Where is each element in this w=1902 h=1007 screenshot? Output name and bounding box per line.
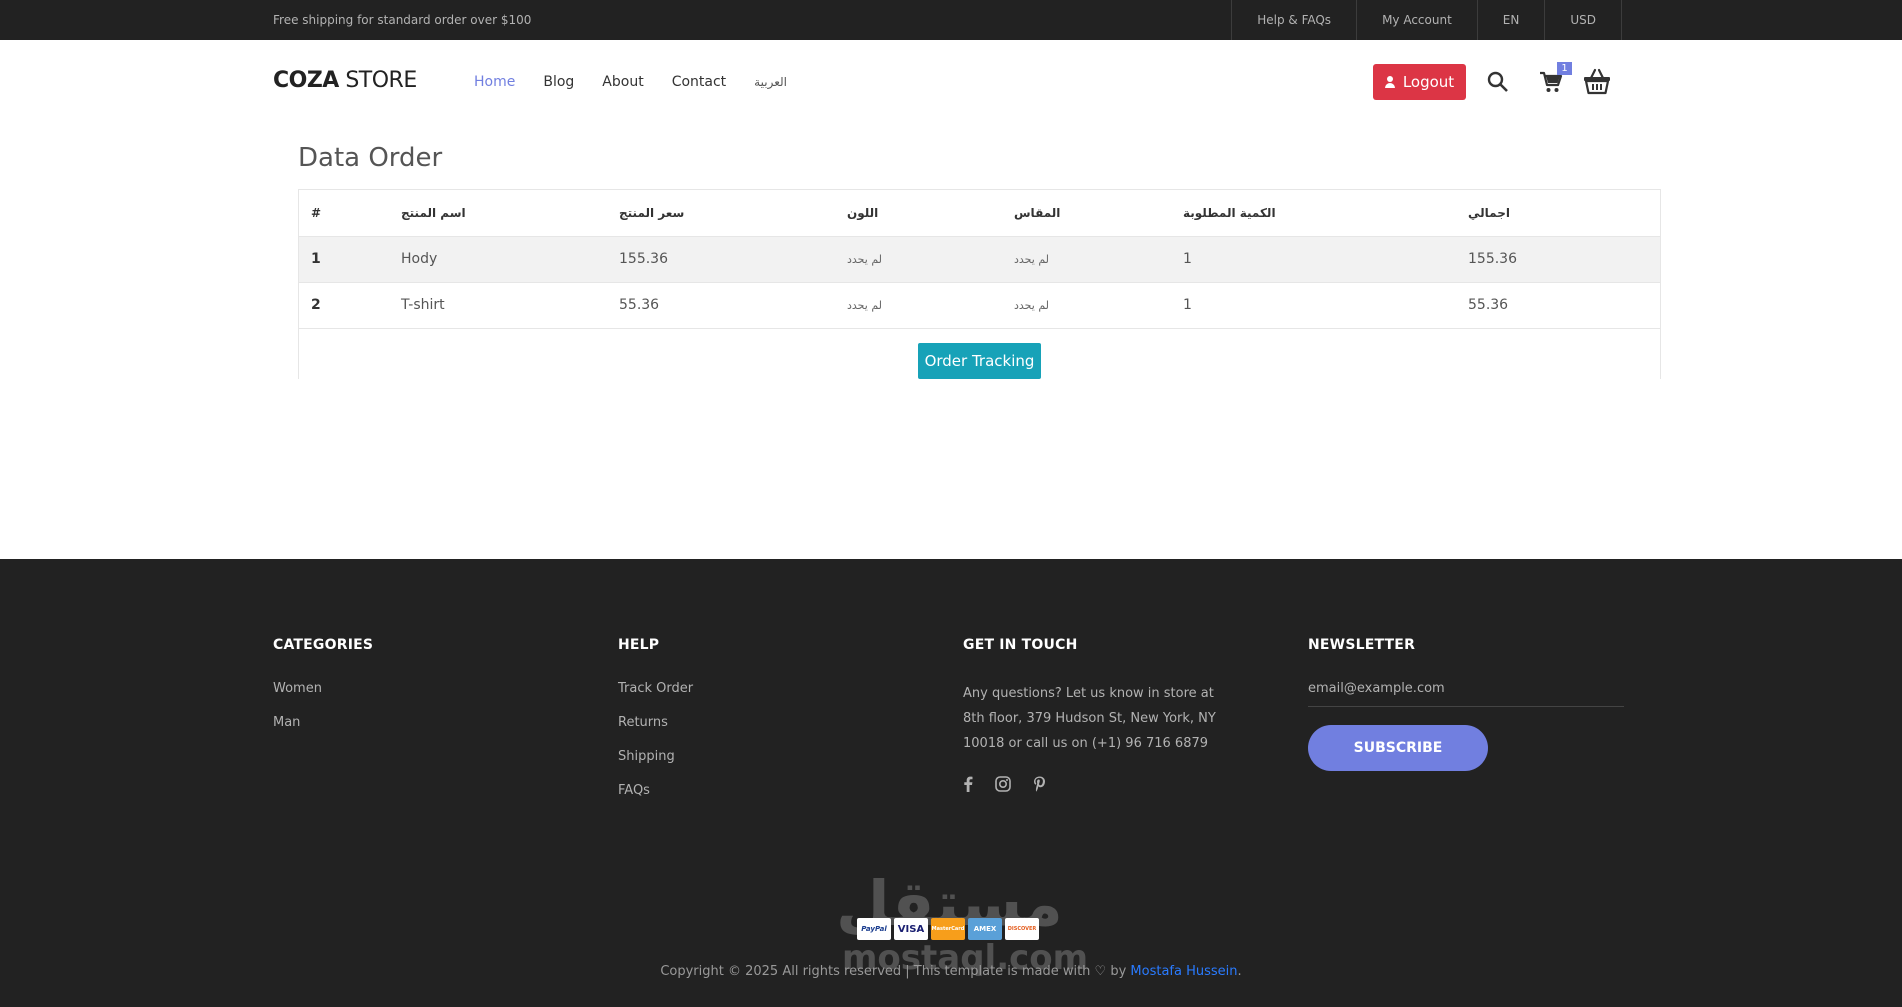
footer-help: HELP Track Order Returns Shipping FAQs bbox=[618, 637, 693, 817]
column-header: # bbox=[299, 190, 389, 237]
author-link[interactable]: Mostafa Hussein bbox=[1130, 964, 1237, 979]
footer-link-shipping[interactable]: Shipping bbox=[618, 749, 693, 764]
currency-link[interactable]: USD bbox=[1545, 0, 1622, 40]
product-color: لم يحدد bbox=[835, 282, 1002, 329]
column-header: اسم المنتج bbox=[389, 190, 607, 237]
product-color: لم يحدد bbox=[835, 236, 1002, 283]
column-header: اللون bbox=[835, 190, 1002, 237]
row-index: 1 bbox=[299, 236, 389, 283]
shipping-promo: Free shipping for standard order over $1… bbox=[273, 13, 532, 27]
product-quantity: 1 bbox=[1171, 236, 1456, 283]
footer-link-track-order[interactable]: Track Order bbox=[618, 681, 693, 696]
product-name: Hody bbox=[389, 236, 607, 283]
product-price: 55.36 bbox=[607, 282, 835, 329]
page-title: Data Order bbox=[298, 143, 443, 173]
help-faqs-link[interactable]: Help & FAQs bbox=[1232, 0, 1358, 40]
product-total: 155.36 bbox=[1456, 236, 1660, 283]
newsletter-heading: NEWSLETTER bbox=[1308, 637, 1416, 653]
copyright-text: Copyright © 2025 All rights reserved | T… bbox=[660, 964, 1095, 979]
mastercard-icon: MasterCard bbox=[931, 918, 965, 940]
pinterest-icon[interactable] bbox=[1033, 776, 1046, 792]
nav-contact[interactable]: Contact bbox=[672, 74, 726, 90]
contact-heading: GET IN TOUCH bbox=[963, 637, 1078, 653]
copyright: Copyright © 2025 All rights reserved | T… bbox=[660, 964, 1242, 979]
paypal-icon: PayPal bbox=[857, 918, 891, 940]
nav-arabic[interactable]: العربية bbox=[754, 75, 787, 89]
column-header: المقاس bbox=[1002, 190, 1171, 237]
visa-icon: VISA bbox=[894, 918, 928, 940]
main-header: COZA STORE Home Blog About Contact العرب… bbox=[0, 40, 1902, 124]
user-icon bbox=[1384, 76, 1395, 88]
footer-categories: CATEGORIES Women Man bbox=[273, 637, 373, 749]
product-size: لم يحدد bbox=[1002, 282, 1171, 329]
amex-icon: AMEX bbox=[968, 918, 1002, 940]
column-header: اجمالي bbox=[1456, 190, 1660, 237]
product-quantity: 1 bbox=[1171, 282, 1456, 329]
footer-contact: GET IN TOUCH Any questions? Let us know … bbox=[963, 637, 1233, 792]
subscribe-button[interactable]: SUBSCRIBE bbox=[1308, 725, 1488, 771]
logout-button[interactable]: Logout bbox=[1373, 64, 1466, 100]
heart-icon: ♡ bbox=[1094, 964, 1107, 979]
nav-home[interactable]: Home bbox=[474, 74, 515, 90]
my-account-link[interactable]: My Account bbox=[1357, 0, 1478, 40]
product-size: لم يحدد bbox=[1002, 236, 1171, 283]
product-total: 55.36 bbox=[1456, 282, 1660, 329]
footer: CATEGORIES Women Man HELP Track Order Re… bbox=[0, 559, 1902, 1007]
categories-heading: CATEGORIES bbox=[273, 637, 374, 653]
discover-icon: DISCOVER bbox=[1005, 918, 1039, 940]
footer-link-faqs[interactable]: FAQs bbox=[618, 783, 693, 798]
help-heading: HELP bbox=[618, 637, 660, 653]
top-bar: Free shipping for standard order over $1… bbox=[0, 0, 1902, 40]
orders-table: # اسم المنتج سعر المنتج اللون المقاس الك… bbox=[299, 190, 1660, 329]
nav-blog[interactable]: Blog bbox=[543, 74, 574, 90]
search-icon[interactable] bbox=[1487, 71, 1509, 93]
store-logo[interactable]: COZA STORE bbox=[273, 68, 417, 93]
column-header: الكمية المطلوبة bbox=[1171, 190, 1456, 237]
product-name: T-shirt bbox=[389, 282, 607, 329]
footer-link-man[interactable]: Man bbox=[273, 715, 373, 730]
table-row: 1 Hody 155.36 لم يحدد لم يحدد 1 155.36 bbox=[299, 236, 1660, 283]
order-table-card: # اسم المنتج سعر المنتج اللون المقاس الك… bbox=[298, 189, 1661, 379]
facebook-icon[interactable] bbox=[963, 776, 973, 792]
table-header-row: # اسم المنتج سعر المنتج اللون المقاس الك… bbox=[299, 190, 1660, 237]
main-nav: Home Blog About Contact العربية bbox=[474, 40, 815, 124]
cart-count-badge: 1 bbox=[1557, 62, 1572, 75]
logout-label: Logout bbox=[1402, 73, 1455, 91]
footer-link-women[interactable]: Women bbox=[273, 681, 373, 696]
social-links bbox=[963, 776, 1233, 792]
order-tracking-button[interactable]: Order Tracking bbox=[918, 343, 1041, 379]
basket-icon[interactable] bbox=[1582, 67, 1612, 95]
row-index: 2 bbox=[299, 282, 389, 329]
product-price: 155.36 bbox=[607, 236, 835, 283]
payment-methods: PayPal VISA MasterCard AMEX DISCOVER bbox=[857, 918, 1039, 940]
instagram-icon[interactable] bbox=[995, 776, 1011, 792]
top-links: Help & FAQs My Account EN USD bbox=[1231, 0, 1622, 40]
footer-link-returns[interactable]: Returns bbox=[618, 715, 693, 730]
language-link[interactable]: EN bbox=[1478, 0, 1546, 40]
contact-text: Any questions? Let us know in store at 8… bbox=[963, 686, 1216, 751]
newsletter-email-input[interactable]: email@example.com bbox=[1308, 681, 1624, 707]
nav-about[interactable]: About bbox=[602, 74, 643, 90]
column-header: سعر المنتج bbox=[607, 190, 835, 237]
table-row: 2 T-shirt 55.36 لم يحدد لم يحدد 1 55.36 bbox=[299, 282, 1660, 329]
footer-newsletter: NEWSLETTER email@example.com SUBSCRIBE bbox=[1308, 637, 1624, 771]
